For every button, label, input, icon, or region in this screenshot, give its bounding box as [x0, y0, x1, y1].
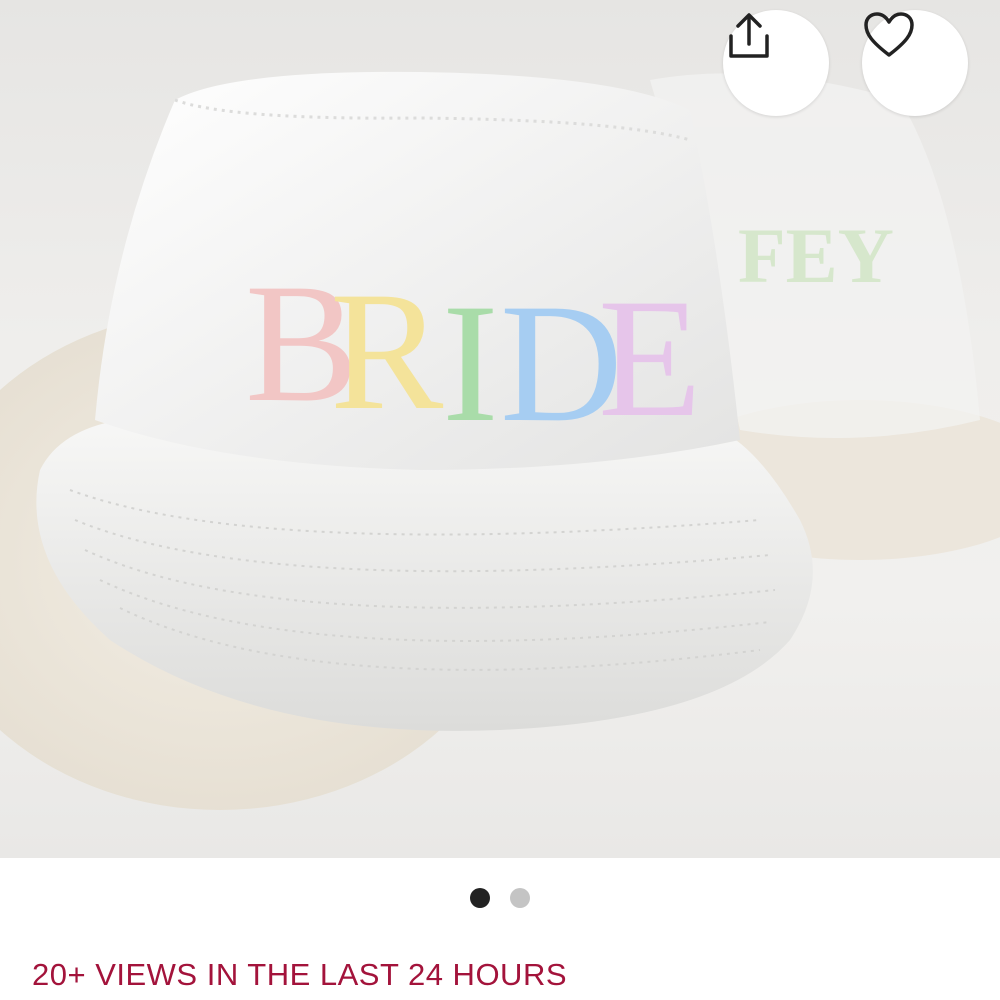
product-image[interactable]: FEY B R I D E [0, 0, 1000, 858]
carousel-indicator [0, 888, 1000, 910]
bucket-hat-photo: FEY B R I D E [0, 71, 1000, 810]
views-notice: 20+ VIEWS IN THE LAST 24 HOURS [32, 957, 568, 992]
letter-i: I [442, 269, 499, 457]
share-button[interactable] [723, 10, 829, 116]
share-icon [729, 13, 769, 58]
carousel-dot-1[interactable] [470, 888, 490, 908]
hat-embroidery: B R I D E [245, 249, 702, 457]
back-hat-text: FEY [738, 212, 894, 299]
letter-e: E [598, 264, 702, 452]
favorite-button[interactable] [862, 10, 968, 116]
carousel-dot-2[interactable] [510, 888, 530, 908]
letter-r: R [330, 257, 444, 445]
heart-icon [864, 12, 914, 57]
